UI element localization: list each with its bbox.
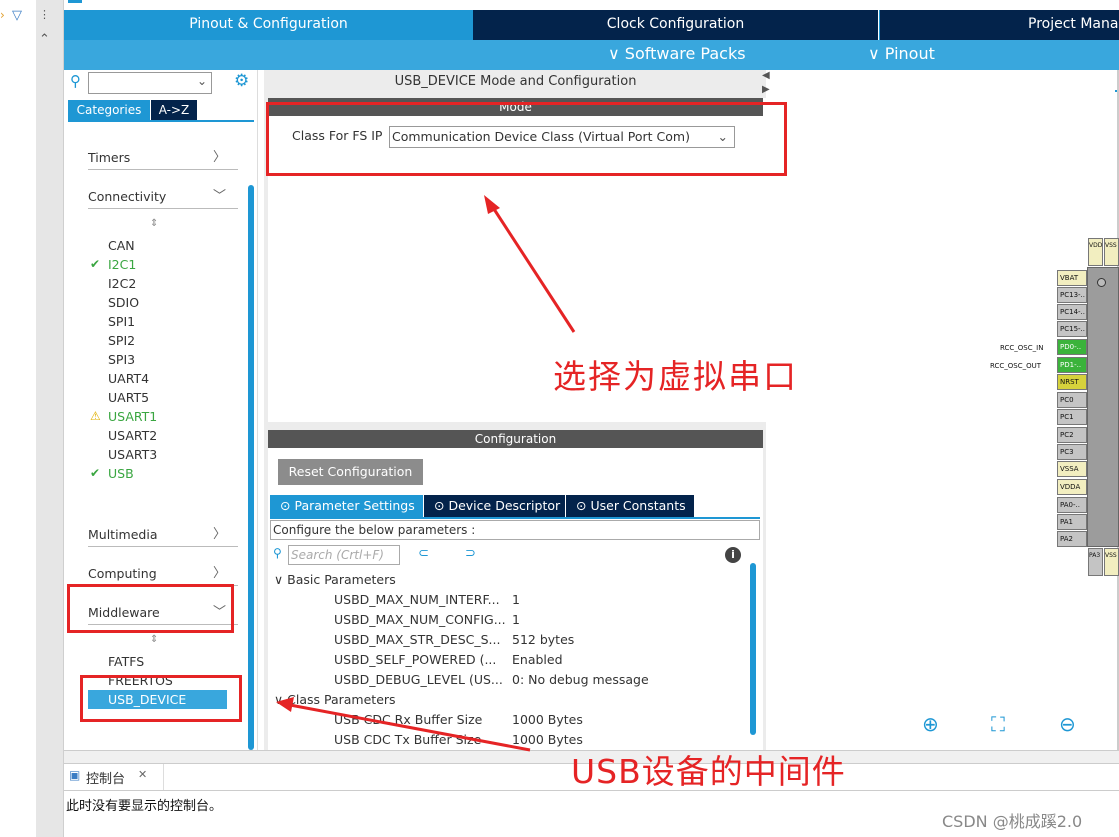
watermark: CSDN @桃成蹊2.0 (942, 812, 1083, 831)
annotation-arrow-head (276, 697, 294, 712)
annotation-arrows (276, 195, 576, 752)
annotation-select-virtual-port: 选择为虚拟串口 (553, 357, 798, 396)
annotation-arrow-line (490, 205, 576, 333)
annotation-arrow-line (289, 703, 531, 752)
annotation-usb-middleware: USB设备的中间件 (571, 752, 846, 791)
annotation-arrow-head (484, 195, 500, 214)
